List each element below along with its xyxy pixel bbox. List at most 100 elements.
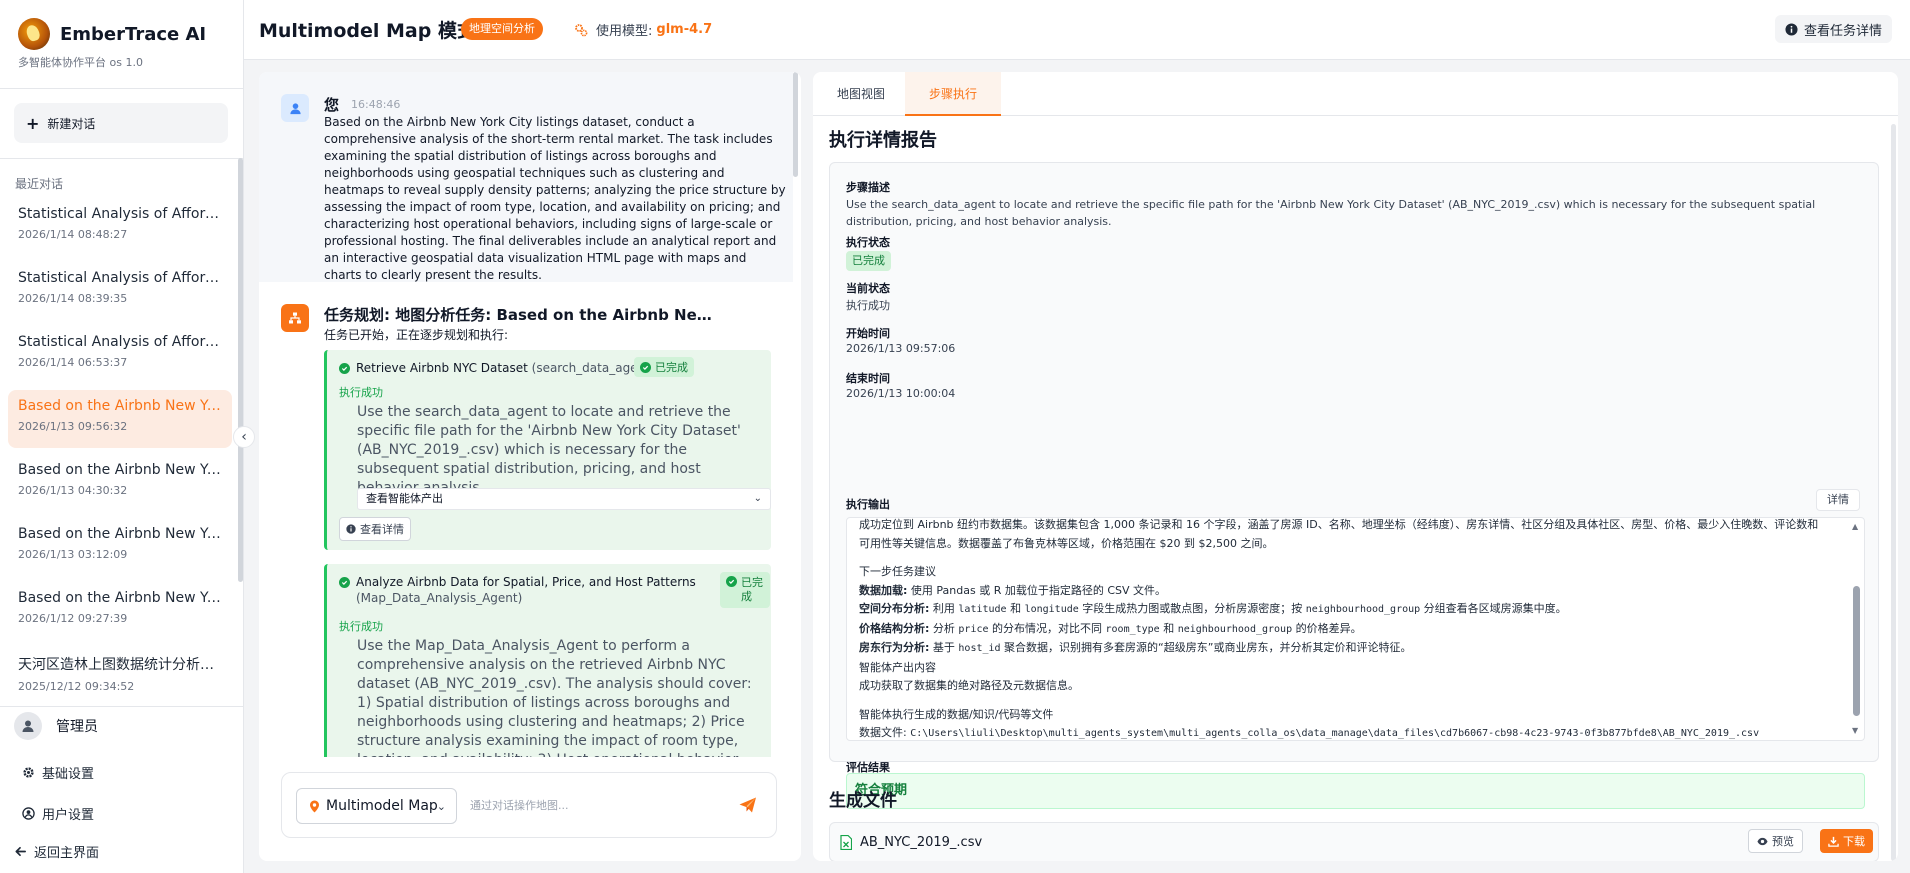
conversation-item-active[interactable]: Based on the Airbnb New York City 2026/1… xyxy=(8,390,232,448)
output-bullet: 数据加载: 使用 Pandas 或 R 加载位于指定路径的 CSV 文件。 xyxy=(859,582,1839,601)
conversation-item[interactable]: Statistical Analysis of Afforestation 20… xyxy=(8,262,232,320)
conversation-title: Based on the Airbnb New York City xyxy=(18,526,222,542)
download-icon xyxy=(1828,836,1839,847)
conversation-title: Based on the Airbnb New York City xyxy=(18,590,222,606)
output-code: host_id xyxy=(958,643,1001,654)
view-tabs: 地图视图 步骤执行 xyxy=(813,72,1898,116)
conversation-item[interactable]: Based on the Airbnb New York City 2026/1… xyxy=(8,582,232,640)
user-avatar xyxy=(281,94,309,122)
view-task-details-button[interactable]: 查看任务详情 xyxy=(1774,15,1892,43)
step-name: Analyze Airbnb Data for Spatial, Price, … xyxy=(356,574,696,606)
output-text: 和 xyxy=(1159,621,1178,635)
output-bullet-label: 价格结构分析: xyxy=(859,621,930,635)
file-item: AB_NYC_2019_.csv 预览 下载 xyxy=(829,822,1879,861)
output-code: room_type xyxy=(1105,623,1160,635)
output-bullet-label: 房东行为分析: xyxy=(859,641,930,654)
csv-file-icon xyxy=(840,835,852,850)
output-text: 基于 xyxy=(929,641,959,654)
output-scrollbar[interactable]: ▲ ▼ xyxy=(1851,522,1860,736)
end-time-value: 2026/1/13 10:00:04 xyxy=(846,387,956,400)
conversation-item[interactable]: Based on the Airbnb New York City 2026/1… xyxy=(8,454,232,512)
download-label: 下载 xyxy=(1843,835,1865,848)
conversation-item[interactable]: Statistical Analysis of Afforestation 20… xyxy=(8,198,232,256)
collapse-sidebar-button[interactable]: ‹ xyxy=(233,426,255,448)
conversation-item[interactable]: Statistical Analysis of Afforestation 20… xyxy=(8,326,232,384)
step-header: Retrieve Airbnb NYC Dataset (search_data… xyxy=(339,360,759,376)
plus-icon: + xyxy=(26,113,40,133)
step-detail-button[interactable]: 查看详情 xyxy=(339,517,411,541)
step-detail-label: 查看详情 xyxy=(360,523,404,536)
detail-panel-scrollbar[interactable] xyxy=(1891,124,1896,861)
step-description-label: 步骤描述 xyxy=(846,181,890,194)
chevron-down-icon: ⌄ xyxy=(753,493,762,504)
output-bullet: 空间分布分析: 利用 latitude 和 longitude 字段生成热力图或… xyxy=(859,600,1839,620)
new-chat-label: 新建对话 xyxy=(47,116,96,131)
back-home-link[interactable]: 返回主界面 xyxy=(14,842,99,861)
output-code: neighbourhood_group xyxy=(1305,604,1421,615)
start-time-value: 2026/1/13 09:57:06 xyxy=(846,342,956,355)
step-name: Retrieve Airbnb NYC Dataset (search_data… xyxy=(356,360,655,376)
user-settings-label: 用户设置 xyxy=(42,808,95,823)
tab-step-execution[interactable]: 步骤执行 xyxy=(905,72,1002,116)
agent-output-select-label: 查看智能体产出 xyxy=(366,492,443,505)
send-icon[interactable] xyxy=(738,795,758,815)
output-bullet-label: 空间分布分析: xyxy=(859,602,930,615)
sidebar-scrollbar[interactable] xyxy=(238,158,243,582)
map-marker-icon xyxy=(310,800,319,812)
basic-settings-link[interactable]: 基础设置 xyxy=(22,763,94,782)
plan-step: Analyze Airbnb Data for Spatial, Price, … xyxy=(324,564,771,757)
chat-messages: 您 16:48:46 Based on the Airbnb New York … xyxy=(259,72,801,757)
new-chat-button[interactable]: + 新建对话 xyxy=(14,103,228,143)
exec-output-content: 成功定位到 Airbnb 纽约市数据集。该数据集包含 1,000 条记录和 16… xyxy=(859,518,1839,740)
sidebar: EmberTrace AI 多智能体协作平台 os 1.0 + 新建对话 最近对… xyxy=(0,0,244,873)
output-scrollbar-thumb[interactable] xyxy=(1853,586,1860,716)
conversation-item[interactable]: Based on the Airbnb New York City 2026/1… xyxy=(8,518,232,576)
conversation-date: 2026/1/13 04:30:32 xyxy=(18,484,128,497)
user-settings-link[interactable]: 用户设置 xyxy=(22,804,94,823)
user-icon xyxy=(22,720,34,732)
user-name: 管理员 xyxy=(56,719,98,735)
eval-result: 符合预期 xyxy=(846,773,1865,809)
conversation-item[interactable]: 天河区造林上图数据统计分析及可视化 2025/12/12 09:34:52 xyxy=(8,646,232,696)
chat-panel: 您 16:48:46 Based on the Airbnb New York … xyxy=(259,72,801,861)
scroll-up-icon[interactable]: ▲ xyxy=(1852,522,1858,531)
preview-button[interactable]: 预览 xyxy=(1748,829,1803,853)
divider xyxy=(0,158,244,159)
tab-map-view[interactable]: 地图视图 xyxy=(813,72,909,116)
exec-output-box[interactable]: 成功定位到 Airbnb 纽约市数据集。该数据集包含 1,000 条记录和 16… xyxy=(846,517,1865,741)
output-detail-button[interactable]: 详情 xyxy=(1816,489,1860,511)
report-card: 步骤描述 Use the search_data_agent to locate… xyxy=(829,162,1879,809)
model-indicator: 使用模型: glm-4.7 xyxy=(574,20,712,39)
plan-avatar xyxy=(281,304,309,332)
output-text: 分组查看各区域房源集中度。 xyxy=(1420,602,1567,615)
chat-input[interactable] xyxy=(470,793,710,817)
message-sender: 您 xyxy=(324,96,340,114)
map-mode-select[interactable]: Multimodel Map ⌄ xyxy=(296,788,457,824)
chat-scrollbar[interactable] xyxy=(793,72,798,177)
gears-icon xyxy=(575,23,588,36)
user-profile[interactable]: 管理员 xyxy=(14,712,98,740)
report-title: 执行详情报告 xyxy=(829,130,937,151)
conversation-title: Statistical Analysis of Afforestation xyxy=(18,270,222,286)
download-button[interactable]: 下载 xyxy=(1820,829,1873,853)
scroll-down-icon[interactable]: ▼ xyxy=(1852,726,1858,735)
chevron-left-icon: ‹ xyxy=(241,429,247,445)
conversation-date: 2026/1/12 09:27:39 xyxy=(18,612,128,625)
step-title: Retrieve Airbnb NYC Dataset xyxy=(356,361,528,375)
plan-step: Retrieve Airbnb NYC Dataset (search_data… xyxy=(324,350,771,550)
agent-output-select[interactable]: 查看智能体产出 ⌄ xyxy=(357,488,771,510)
output-agent-text: 成功获取了数据集的绝对路径及元数据信息。 xyxy=(859,679,1079,692)
output-next-title: 下一步任务建议 xyxy=(859,565,936,578)
step-title: Analyze Airbnb Data for Spatial, Price, … xyxy=(356,575,696,589)
output-text: 和 xyxy=(1006,602,1025,615)
plan-subtitle: 任务已开始，正在逐步规划和执行: xyxy=(324,328,509,342)
check-circle-icon xyxy=(640,361,651,373)
plan-title: 任务规划: 地图分析任务: Based on the Airbnb New Yo… xyxy=(324,306,724,324)
output-bullet: 价格结构分析: 分析 price 的分布情况，对比不同 room_type 和 … xyxy=(859,620,1839,640)
check-circle-icon xyxy=(339,577,350,588)
output-code: latitude xyxy=(958,604,1007,615)
output-code: neighbourhood_group xyxy=(1177,623,1293,635)
map-mode-label: Multimodel Map xyxy=(326,798,438,814)
sitemap-icon xyxy=(289,312,301,324)
conversation-date: 2026/1/14 08:48:27 xyxy=(18,228,128,241)
